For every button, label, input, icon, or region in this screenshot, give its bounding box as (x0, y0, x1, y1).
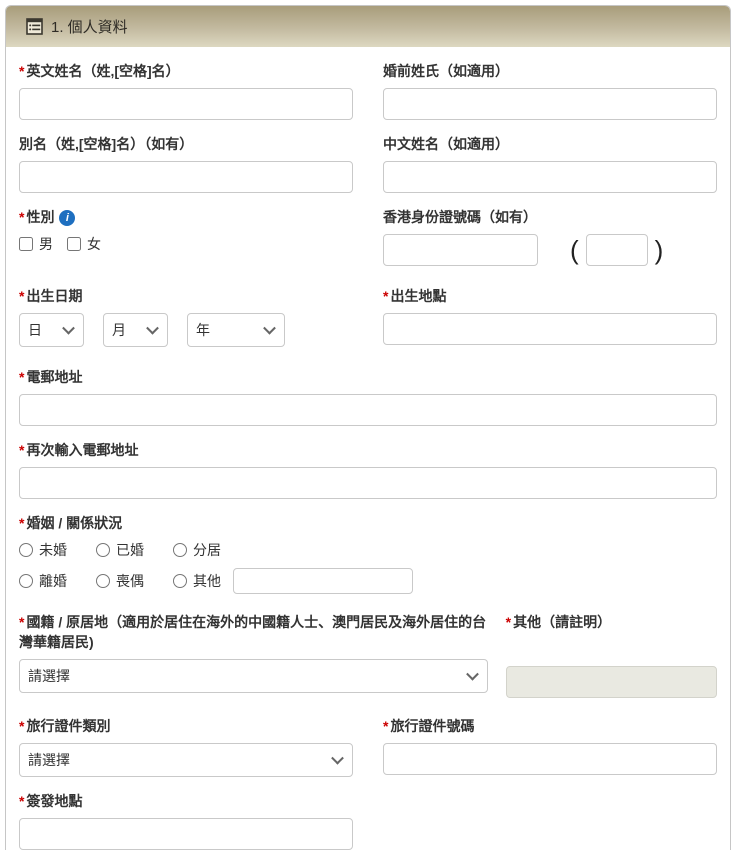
dob-year-select-wrap: 年 (187, 313, 285, 347)
email-confirm-label: * 再次輸入電郵地址 (19, 442, 139, 458)
gender-female-checkbox[interactable] (67, 237, 81, 251)
marital-married-radio[interactable] (96, 543, 110, 557)
marital-option-divorced[interactable]: 離婚 (19, 571, 96, 591)
required-asterisk: * (19, 288, 25, 304)
maiden-name-input[interactable] (383, 88, 717, 120)
maiden-name-label: 婚前姓氏（如適用） (383, 63, 509, 79)
travel-doc-number-label: * 旅行證件號碼 (383, 718, 475, 734)
alias-label: 別名（姓,[空格]名）（如有） (19, 136, 194, 152)
english-name-input[interactable] (19, 88, 353, 120)
paren-close: ) (654, 235, 664, 265)
section-header: 1. 個人資料 (6, 6, 730, 47)
marital-option-other[interactable]: 其他 (173, 571, 221, 591)
section-title: 1. 個人資料 (51, 19, 128, 36)
nationality-label: * 國籍 / 原居地（適用於居住在海外的中國籍人士、澳門居民及海外居住的台灣華籍居… (19, 614, 487, 650)
dob-day-select[interactable]: 日 (19, 313, 84, 347)
dob-year-select[interactable]: 年 (187, 313, 285, 347)
english-name-label: * 英文姓名（姓,[空格]名） (19, 63, 180, 79)
marital-status-label: * 婚姻 / 關係狀況 (19, 515, 123, 531)
nationality-select-wrap: 請選擇 (19, 659, 488, 693)
paren-open: ( (570, 235, 579, 265)
required-asterisk: * (19, 209, 25, 225)
dob-day-select-wrap: 日 (19, 313, 84, 347)
email-input[interactable] (19, 394, 717, 426)
marital-option-separated[interactable]: 分居 (173, 540, 221, 560)
travel-doc-type-label: * 旅行證件類別 (19, 718, 111, 734)
required-asterisk: * (19, 718, 25, 734)
gender-option-female[interactable]: 女 (67, 234, 101, 254)
travel-doc-number-input[interactable] (383, 743, 717, 775)
dob-month-select[interactable]: 月 (103, 313, 168, 347)
required-asterisk: * (19, 793, 25, 809)
info-icon[interactable]: i (59, 210, 76, 227)
required-asterisk: * (505, 614, 512, 630)
required-asterisk: * (19, 614, 25, 630)
other-specify-label: * 其他（請註明） (505, 614, 612, 630)
gender-option-male[interactable]: 男 (19, 234, 53, 254)
gender-label: * 性別 i (19, 207, 353, 227)
required-asterisk: * (383, 718, 389, 734)
marital-other-radio[interactable] (173, 574, 187, 588)
alias-input[interactable] (19, 161, 353, 193)
chinese-name-label: 中文姓名（如適用） (383, 136, 509, 152)
gender-male-checkbox[interactable] (19, 237, 33, 251)
travel-doc-type-select[interactable]: 請選擇 (19, 743, 353, 777)
birth-date-label: * 出生日期 (19, 288, 83, 304)
other-specify-input (505, 666, 717, 698)
required-asterisk: * (19, 369, 25, 385)
email-confirm-input[interactable] (19, 467, 717, 499)
marital-single-radio[interactable] (19, 543, 33, 557)
birth-place-label: * 出生地點 (383, 288, 447, 304)
nationality-select[interactable]: 請選擇 (19, 659, 488, 693)
marital-divorced-radio[interactable] (19, 574, 33, 588)
chinese-name-input[interactable] (383, 161, 717, 193)
dob-month-select-wrap: 月 (103, 313, 168, 347)
issue-place-input[interactable] (19, 818, 353, 850)
hkid-input[interactable] (383, 234, 538, 266)
marital-option-married[interactable]: 已婚 (96, 540, 173, 560)
birth-place-input[interactable] (383, 313, 717, 345)
form-list-icon (26, 18, 43, 35)
marital-option-widowed[interactable]: 喪偶 (96, 571, 173, 591)
required-asterisk: * (19, 63, 25, 79)
marital-option-single[interactable]: 未婚 (19, 540, 96, 560)
required-asterisk: * (383, 288, 389, 304)
required-asterisk: * (19, 442, 25, 458)
email-label: * 電郵地址 (19, 369, 83, 385)
hkid-label: 香港身份證號碼（如有） (383, 209, 537, 225)
marital-separated-radio[interactable] (173, 543, 187, 557)
travel-doc-type-select-wrap: 請選擇 (19, 743, 353, 777)
marital-widowed-radio[interactable] (96, 574, 110, 588)
required-asterisk: * (19, 515, 25, 531)
hkid-check-digit-input[interactable] (585, 234, 648, 266)
marital-other-input[interactable] (233, 568, 413, 594)
issue-place-label: * 簽發地點 (19, 793, 83, 809)
section-body: * 英文姓名（姓,[空格]名） 婚前姓氏（如適用） 別名（姓,[空格]名）（如有）… (6, 47, 730, 850)
personal-info-section: 1. 個人資料 * 英文姓名（姓,[空格]名） 婚前姓氏（如適用） 別名（姓,[空… (5, 5, 731, 850)
